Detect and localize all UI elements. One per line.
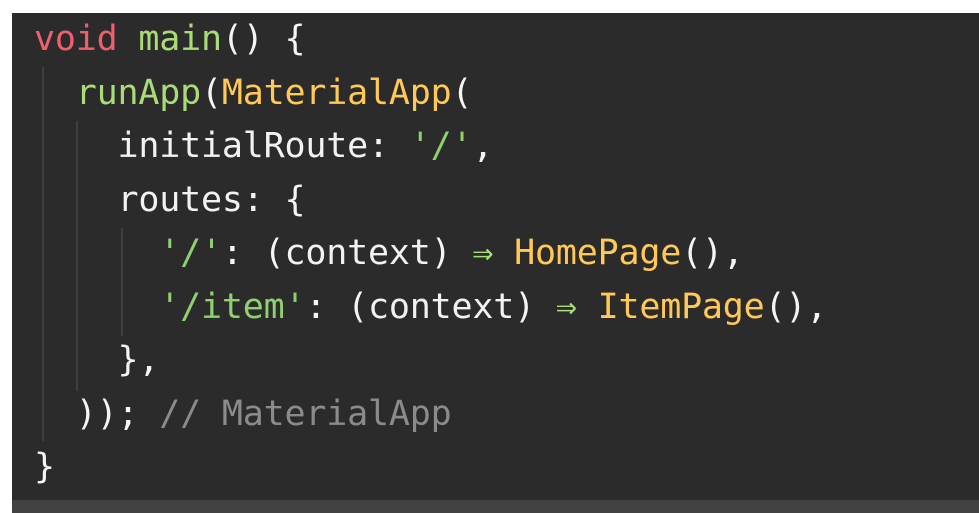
code-line[interactable]: '/': (context) ⇒ HomePage(), xyxy=(34,227,827,281)
code-line[interactable]: }, xyxy=(34,334,827,388)
code-line[interactable]: void main() { xyxy=(34,13,827,67)
code-token: // MaterialApp xyxy=(159,393,452,434)
code-token: '/item' xyxy=(159,286,306,327)
code-line[interactable]: routes: { xyxy=(34,174,827,228)
code-token: HomePage xyxy=(514,233,682,273)
code-token: runApp xyxy=(75,72,201,113)
code-token: ⇒ xyxy=(472,233,494,273)
code-token: '/' xyxy=(159,233,222,273)
code-token: context xyxy=(284,233,431,273)
code-token: : xyxy=(367,126,410,166)
code-line[interactable]: initialRoute: '/', xyxy=(34,120,827,174)
code-line[interactable]: } xyxy=(34,441,827,495)
code-token: main xyxy=(138,19,222,59)
code-line[interactable]: runApp(MaterialApp( xyxy=(34,67,827,121)
code-token: : ( xyxy=(305,286,368,327)
code-token: (), xyxy=(764,286,828,327)
code-token: ) xyxy=(514,286,556,327)
code-token: }, xyxy=(117,340,160,380)
code-token: : { xyxy=(242,179,306,220)
code-line[interactable]: '/item': (context) ⇒ ItemPage(), xyxy=(34,281,827,335)
code-token: void xyxy=(34,19,118,59)
code-token: (), xyxy=(681,233,744,273)
code-token: , xyxy=(472,126,494,166)
code-token: MaterialApp xyxy=(221,72,452,113)
code-token: () { xyxy=(221,19,306,59)
code-token: ( xyxy=(200,72,222,113)
code-token: '/' xyxy=(409,126,473,166)
code-token: ⇒ xyxy=(555,286,577,327)
code-token: context xyxy=(367,286,515,327)
code-editor[interactable]: void main() { runApp(MaterialApp( initia… xyxy=(12,13,979,500)
code-token: } xyxy=(34,447,55,487)
code-token: ) xyxy=(430,233,473,273)
code-token: ( xyxy=(451,72,473,113)
code-token: ItemPage xyxy=(597,286,765,327)
code-token: initialRoute xyxy=(117,126,369,166)
code-token: )); xyxy=(75,393,139,434)
code-content[interactable]: void main() { runApp(MaterialApp( initia… xyxy=(34,13,827,495)
code-token: : ( xyxy=(221,233,285,273)
code-token: routes xyxy=(117,179,243,220)
editor-bottom-bar xyxy=(12,500,979,513)
code-line[interactable]: )); // MaterialApp xyxy=(34,388,827,442)
